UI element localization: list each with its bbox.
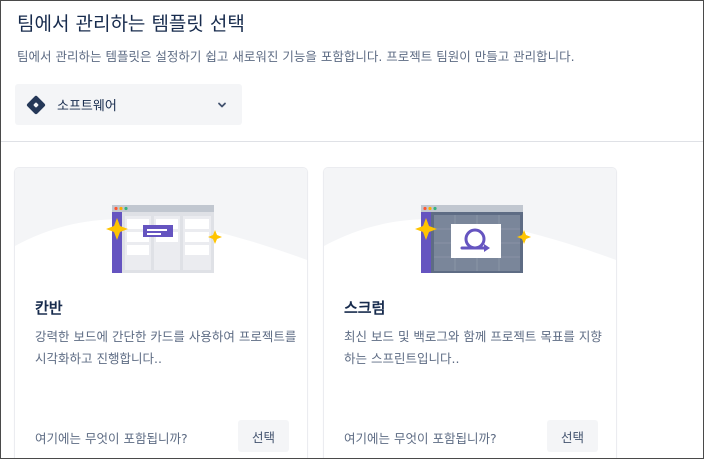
window-frame: 팀에서 관리하는 템플릿 선택 팀에서 관리하는 템플릿은 설정하기 쉽고 새로… [0, 0, 704, 459]
whats-included-link[interactable]: 여기에는 무엇이 포함됩니까? [35, 428, 188, 447]
project-type-label: 소프트웨어 [57, 99, 117, 114]
select-kanban-button[interactable]: 선택 [237, 420, 289, 452]
kanban-board-illustration [15, 168, 307, 288]
whats-included-link[interactable]: 여기에는 무엇이 포함됩니까? [344, 428, 497, 447]
chevron-down-icon [214, 97, 230, 113]
template-description: 강력한 보드에 간단한 카드를 사용하여 프로젝트를 시각화하고 진행합니다.. [35, 329, 297, 366]
template-description: 최신 보드 및 백로그와 함께 프로젝트 목표를 지향하는 스프린트입니다.. [344, 329, 602, 366]
scrum-sprint-illustration [324, 168, 616, 288]
page-title: 팀에서 관리하는 템플릿 선택 [17, 13, 245, 35]
template-card-kanban[interactable]: 칸반 강력한 보드에 간단한 카드를 사용하여 프로젝트를 시각화하고 진행합니… [15, 168, 307, 458]
project-type-dropdown[interactable]: 소프트웨어 [15, 84, 242, 125]
select-scrum-button[interactable]: 선택 [546, 420, 598, 452]
template-name: 스크럼 [344, 299, 386, 317]
template-card-scrum[interactable]: 스크럼 최신 보드 및 백로그와 함께 프로젝트 목표를 지향하는 스프린트입니… [324, 168, 616, 458]
section-divider [1, 141, 703, 142]
jira-diamond-icon [26, 94, 46, 115]
page-description: 팀에서 관리하는 템플릿은 설정하기 쉽고 새로워진 기능을 포함합니다. 프로… [17, 49, 575, 64]
template-name: 칸반 [35, 299, 63, 317]
